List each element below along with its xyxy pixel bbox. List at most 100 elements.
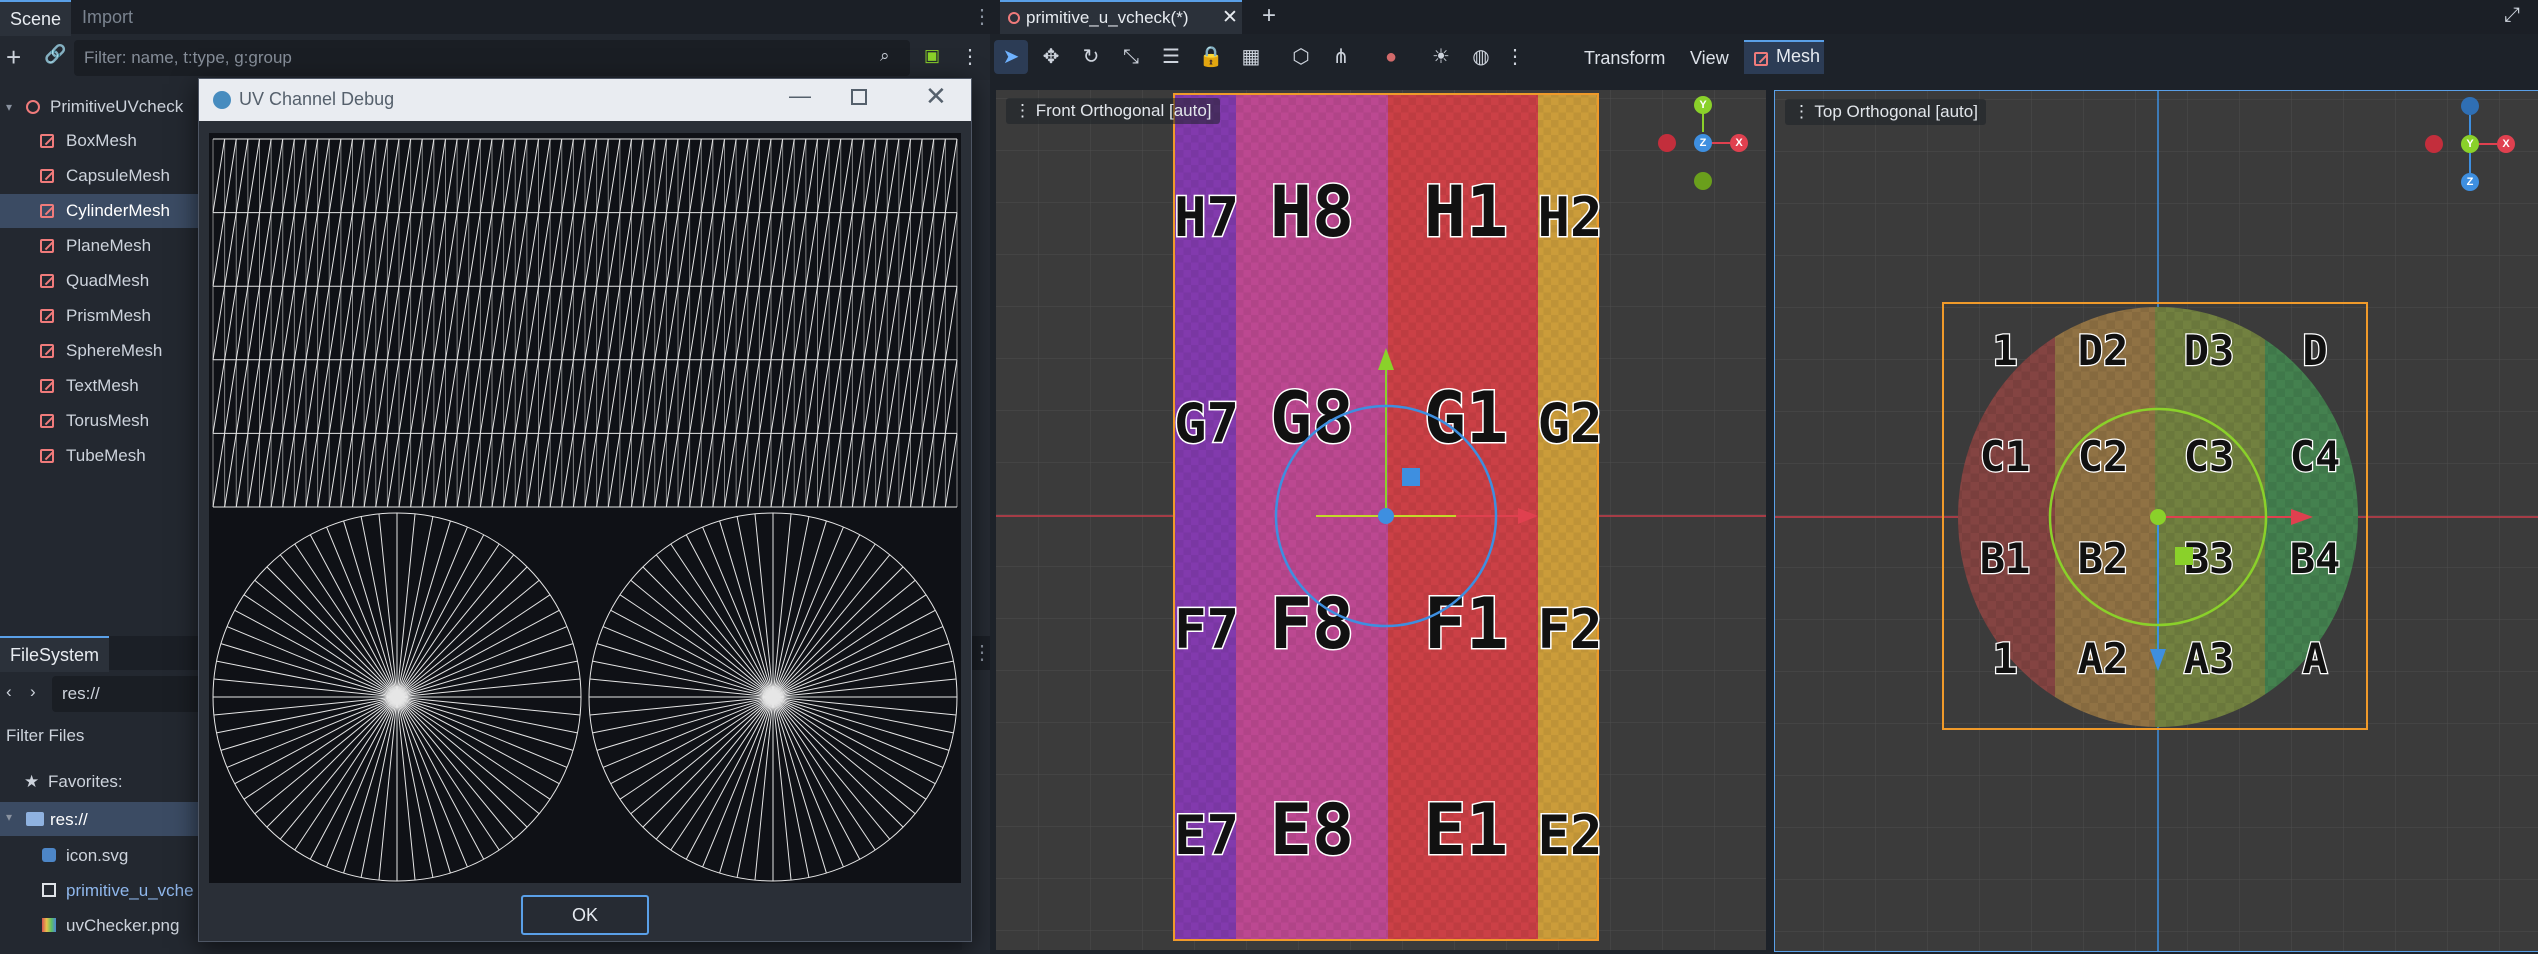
plane-handle[interactable] <box>2175 547 2193 565</box>
uv-edge <box>770 433 784 508</box>
add-node-icon[interactable]: + <box>6 40 21 74</box>
top-viewport[interactable]: 1 D2 D3 D C1 C2 C3 C4 B1 B2 B3 B4 1 A2 A3 A ⋮ Top Ortho… <box>1774 90 2538 952</box>
rotate-tool-icon[interactable]: ↻ <box>1074 40 1108 74</box>
close-icon[interactable]: ✕ <box>925 81 947 112</box>
move-tool-icon[interactable]: ✥ <box>1034 40 1068 74</box>
tree-item-planemesh[interactable]: PlaneMesh <box>0 229 200 263</box>
maximize-icon[interactable] <box>851 89 867 105</box>
dialog-titlebar[interactable]: UV Channel Debug — ✕ <box>199 79 971 121</box>
new-scene-tab-icon[interactable]: + <box>1262 2 1276 30</box>
file-row[interactable]: primitive_u_vche <box>0 873 200 907</box>
uv-edge <box>305 286 319 360</box>
uv-edge <box>234 609 398 698</box>
gizmo-center[interactable] <box>2150 509 2166 525</box>
uv-edge <box>270 138 284 213</box>
gizmo-y-dot[interactable]: Y <box>1694 96 1712 114</box>
select-tool-icon[interactable]: ➤ <box>994 40 1028 74</box>
minimize-icon[interactable]: — <box>789 83 811 109</box>
dock-menu-icon[interactable]: ⋮ <box>972 640 992 665</box>
collapse-arrow-icon[interactable]: ▾ <box>6 90 12 124</box>
gizmo-x-dot[interactable]: X <box>2497 135 2515 153</box>
top-viewport-label[interactable]: ⋮ Top Orthogonal [auto] <box>1785 99 1986 125</box>
uv-edge <box>805 286 818 360</box>
uv-edge <box>863 286 877 360</box>
tree-item-capsulemesh[interactable]: CapsuleMesh <box>0 159 200 193</box>
transform-menu[interactable]: Transform <box>1584 44 1665 72</box>
gizmo-y-dot[interactable]: Y <box>2461 135 2479 153</box>
mesh-menu[interactable]: Mesh <box>1744 40 1824 74</box>
scene-tab[interactable]: primitive_u_vcheck(*) ✕ <box>1000 0 1242 34</box>
distraction-free-icon[interactable]: ⤢ <box>2504 4 2520 27</box>
group-icon[interactable]: ▦ <box>1234 40 1268 74</box>
path-field[interactable]: res:// <box>52 676 202 712</box>
forward-arrow-icon[interactable]: › <box>30 682 36 702</box>
tree-root[interactable]: ▾ PrimitiveUVcheck <box>0 90 200 124</box>
res-root-row[interactable]: ▾ res:// <box>0 802 200 836</box>
tab-scene[interactable]: Scene <box>0 0 72 36</box>
checker-label: A <box>2302 634 2327 683</box>
viewport-menu-icon[interactable]: ⋮ <box>1793 102 1814 121</box>
link-icon[interactable]: 🔗 <box>44 44 66 65</box>
axis-gizmo-top[interactable]: Y X Z <box>2425 95 2515 195</box>
close-tab-icon[interactable]: ✕ <box>1222 6 1238 29</box>
gizmo-neg-x-dot[interactable] <box>2425 135 2443 153</box>
front-viewport[interactable]: H7 H8 H1 H2 G7 G8 G1 G2 F7 F8 F1 F2 E7 E8 E1 E2 ⋮ Front… <box>996 90 1766 950</box>
gizmo-neg-x-dot[interactable] <box>1658 134 1676 152</box>
dock-menu-icon[interactable]: ⋮ <box>972 4 992 29</box>
checker-label: G8 <box>1270 377 1354 459</box>
ok-button[interactable]: OK <box>521 895 649 935</box>
view-menu[interactable]: View <box>1690 44 1729 72</box>
local-space-icon[interactable]: ⬡ <box>1284 40 1318 74</box>
back-arrow-icon[interactable]: ‹ <box>6 682 12 702</box>
tree-item-textmesh[interactable]: TextMesh <box>0 369 200 403</box>
favorites-label: Favorites: <box>48 772 123 791</box>
uv-edge <box>817 359 830 434</box>
list-select-icon[interactable]: ☰ <box>1154 40 1188 74</box>
uv-edge <box>363 138 377 213</box>
gizmo-x-dot[interactable]: X <box>1730 134 1748 152</box>
uv-edge <box>561 359 574 434</box>
uv-edge <box>584 212 598 287</box>
uv-edge <box>772 696 944 768</box>
scene-menu-icon[interactable]: ⋮ <box>960 44 980 69</box>
uv-edge <box>642 138 656 213</box>
tree-item-prismmesh[interactable]: PrismMesh <box>0 299 200 333</box>
tree-item-cylindermesh[interactable]: CylinderMesh <box>0 194 200 228</box>
gizmo-neg-z-dot[interactable] <box>2461 97 2479 115</box>
lock-icon[interactable]: 🔒 <box>1194 40 1228 74</box>
uv-edge <box>538 433 551 508</box>
tree-item-boxmesh[interactable]: BoxMesh <box>0 124 200 158</box>
tab-filesystem[interactable]: FileSystem <box>0 636 110 672</box>
axis-gizmo-front[interactable]: Y Z X <box>1658 94 1748 194</box>
tree-item-tubemesh[interactable]: TubeMesh <box>0 439 200 473</box>
collapse-arrow-icon[interactable]: ▾ <box>6 810 12 824</box>
viewport-menu-icon[interactable]: ⋮ <box>1014 101 1036 120</box>
camera-override-icon[interactable]: ● <box>1374 40 1408 74</box>
uv-edge <box>630 696 774 815</box>
scale-tool-icon[interactable]: ⤡ <box>1114 40 1148 74</box>
gizmo-z-dot[interactable]: Z <box>2461 173 2479 191</box>
checker-label: F2 <box>1537 598 1602 661</box>
file-label: primitive_u_vche <box>66 881 194 900</box>
toolbar-more-icon[interactable]: ⋮ <box>1498 40 1532 74</box>
tree-item-spheremesh[interactable]: SphereMesh <box>0 334 200 368</box>
plane-handle[interactable] <box>1402 468 1420 486</box>
snap-icon[interactable]: ⋔ <box>1324 40 1358 74</box>
scene-filter-input[interactable]: Filter: name, t:type, g:group <box>74 40 910 76</box>
uv-edge <box>724 359 737 434</box>
environment-preview-icon[interactable]: ◍ <box>1464 40 1498 74</box>
file-row[interactable]: icon.svg <box>0 838 200 872</box>
gizmo-z-dot[interactable]: Z <box>1694 134 1712 152</box>
tree-item-torusmesh[interactable]: TorusMesh <box>0 404 200 438</box>
tab-import[interactable]: Import <box>72 0 143 34</box>
gizmo-center[interactable] <box>1378 508 1394 524</box>
uv-edge <box>724 433 737 508</box>
checker-label: A2 <box>2078 634 2129 683</box>
file-row[interactable]: uvChecker.png <box>0 908 200 942</box>
front-viewport-label[interactable]: ⋮ Front Orthogonal [auto] <box>1006 98 1220 124</box>
mesh-instance-icon <box>40 239 54 253</box>
tree-item-quadmesh[interactable]: QuadMesh <box>0 264 200 298</box>
sun-preview-icon[interactable]: ☀ <box>1424 40 1458 74</box>
script-icon[interactable]: ▣ <box>924 46 940 66</box>
gizmo-neg-y-dot[interactable] <box>1694 172 1712 190</box>
